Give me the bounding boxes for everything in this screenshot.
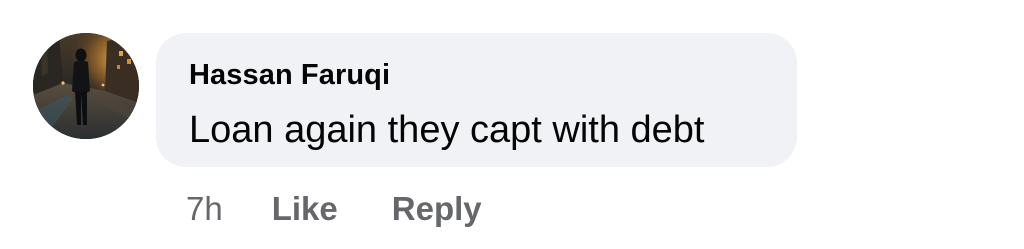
like-button[interactable]: Like (272, 188, 338, 230)
comment: Hassan Faruqi Loan again they capt with … (0, 0, 1024, 249)
comment-author-name[interactable]: Hassan Faruqi (189, 57, 390, 93)
avatar-photo-icon (33, 33, 139, 139)
reply-button[interactable]: Reply (392, 188, 482, 230)
author-avatar[interactable] (33, 33, 139, 139)
comment-actions: 7h Like Reply (186, 188, 482, 230)
comment-text: Loan again they capt with debt (189, 109, 705, 151)
comment-bubble: Hassan Faruqi Loan again they capt with … (156, 33, 797, 167)
comment-timestamp[interactable]: 7h (186, 188, 223, 230)
